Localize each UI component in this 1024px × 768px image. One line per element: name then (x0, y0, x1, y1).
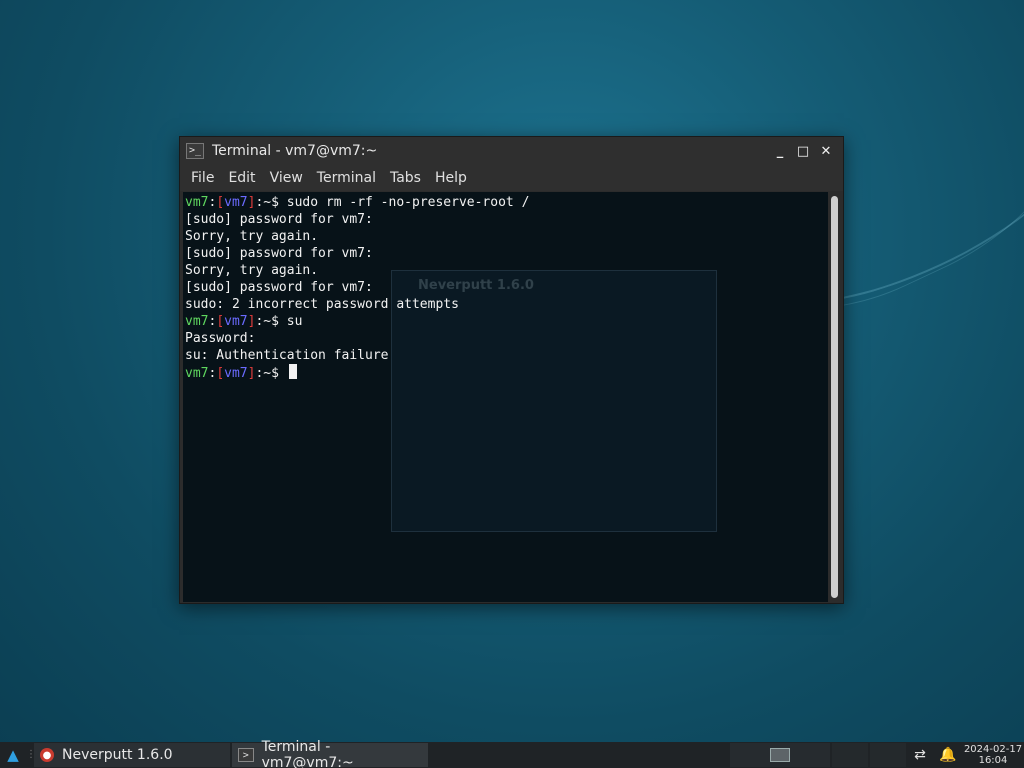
menu-tabs[interactable]: Tabs (383, 170, 428, 186)
output-line: Password: (185, 331, 256, 346)
workspace-slot[interactable] (832, 743, 868, 767)
clock[interactable]: 2024-02-17 16:04 (962, 744, 1024, 766)
prompt-host: vm7 (224, 366, 248, 381)
workspace-icon[interactable] (770, 748, 790, 762)
prompt-user: vm7 (185, 195, 209, 210)
neverputt-icon: ● (40, 748, 54, 762)
menu-terminal[interactable]: Terminal (310, 170, 383, 186)
menu-help[interactable]: Help (428, 170, 474, 186)
terminal-icon: > (238, 748, 254, 762)
menu-edit[interactable]: Edit (221, 170, 262, 186)
window-title: Terminal - vm7@vm7:~ (212, 143, 378, 159)
command-text: su (286, 314, 303, 329)
prompt-host: vm7 (224, 195, 248, 210)
output-line: Sorry, try again. (185, 263, 319, 278)
prompt-host: vm7 (224, 314, 248, 329)
menu-view[interactable]: View (263, 170, 310, 186)
output-line: su: Authentication failure (185, 348, 389, 363)
terminal-icon: >_ (186, 143, 204, 159)
output-line: [sudo] password for vm7: (185, 280, 373, 295)
scrollbar[interactable] (829, 194, 839, 600)
terminal-output[interactable]: Neverputt 1.6.0 vm7:[vm7]:~$ sudo rm -rf… (183, 192, 828, 602)
prompt-user: vm7 (185, 314, 209, 329)
prompt-line: vm7:[vm7]:~$ su (185, 313, 826, 330)
taskbar: ▲ ⋮ ● Neverputt 1.6.0 > Terminal - vm7@v… (0, 739, 1024, 768)
command-text: sudo rm -rf -no-preserve-root / (286, 195, 530, 210)
output-line: [sudo] password for vm7: (185, 212, 373, 227)
prompt-path: :~$ (255, 314, 287, 329)
maximize-button[interactable]: □ (792, 140, 814, 162)
task-label: Terminal - vm7@vm7:~ (261, 739, 354, 768)
drag-handle-icon[interactable]: ⋮ (26, 745, 36, 765)
scrollbar-thumb[interactable] (831, 196, 838, 598)
task-label: Neverputt 1.6.0 (62, 747, 173, 763)
output-line: [sudo] password for vm7: (185, 246, 373, 261)
window-titlebar[interactable]: >_ Terminal - vm7@vm7:~ _ □ ✕ (180, 137, 843, 165)
prompt-bracket: [ (216, 366, 225, 381)
network-icon[interactable]: ⇄ (906, 743, 934, 767)
menubar: File Edit View Terminal Tabs Help (180, 165, 843, 191)
task-neverputt[interactable]: ● Neverputt 1.6.0 (34, 743, 230, 767)
notification-bell-icon[interactable]: 🔔 (934, 743, 962, 767)
output-line: Sorry, try again. (185, 229, 319, 244)
terminal-window[interactable]: >_ Terminal - vm7@vm7:~ _ □ ✕ File Edit … (179, 136, 844, 604)
output-line: sudo: 2 incorrect password attempts (185, 297, 459, 312)
prompt-path: :~$ (255, 366, 287, 381)
close-button[interactable]: ✕ (815, 140, 837, 162)
prompt-bracket: [ (216, 195, 225, 210)
text-cursor (288, 364, 297, 379)
clock-time: 16:04 (978, 755, 1008, 766)
prompt-line: vm7:[vm7]:~$ (185, 364, 826, 382)
prompt-path: :~$ (255, 195, 287, 210)
prompt-line: vm7:[vm7]:~$ sudo rm -rf -no-preserve-ro… (185, 194, 826, 211)
workspace-switcher[interactable] (730, 743, 830, 767)
minimize-button[interactable]: _ (769, 140, 791, 162)
prompt-user: vm7 (185, 366, 209, 381)
workspace-slot[interactable] (870, 743, 906, 767)
prompt-bracket: [ (216, 314, 225, 329)
task-terminal[interactable]: > Terminal - vm7@vm7:~ (232, 739, 428, 768)
menu-file[interactable]: File (184, 170, 221, 186)
clock-date: 2024-02-17 (963, 744, 1023, 755)
app-menu-icon[interactable]: ▲ (0, 742, 26, 768)
